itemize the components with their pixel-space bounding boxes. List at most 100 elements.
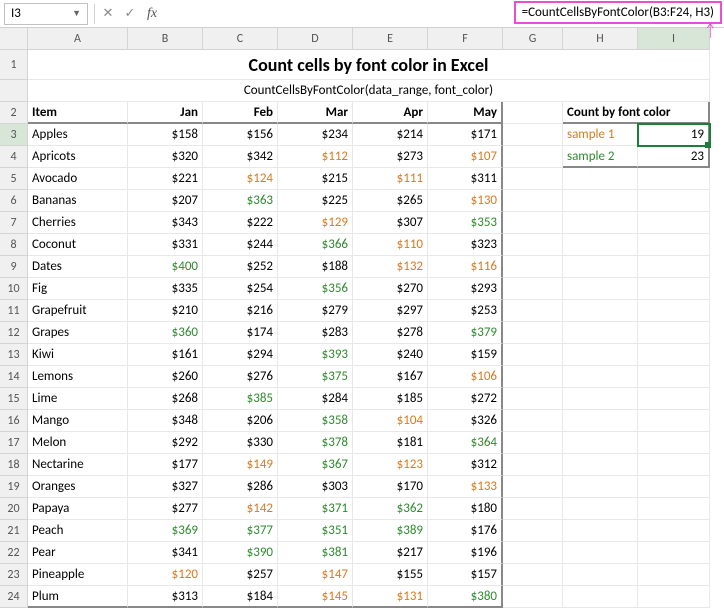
cell-item-7[interactable]: Cherries [28, 212, 128, 234]
cell-H8[interactable] [563, 234, 638, 256]
cell-E22[interactable]: $217 [353, 542, 428, 564]
sample-label-2[interactable]: sample 2 [563, 146, 638, 168]
cell-I5[interactable] [638, 168, 710, 190]
row-header-20[interactable]: 20 [0, 498, 28, 520]
cell-I15[interactable] [638, 388, 710, 410]
cell-G12[interactable] [503, 322, 563, 344]
cell-I21[interactable] [638, 520, 710, 542]
row-header-17[interactable]: 17 [0, 432, 28, 454]
cell-G6[interactable] [503, 190, 563, 212]
cell-B19[interactable]: $327 [128, 476, 203, 498]
cell-G18[interactable] [503, 454, 563, 476]
cell-E5[interactable]: $111 [353, 168, 428, 190]
cell-G15[interactable] [503, 388, 563, 410]
cell-I17[interactable] [638, 432, 710, 454]
cell-H7[interactable] [563, 212, 638, 234]
col-header-C[interactable]: C [203, 28, 278, 50]
cell-H6[interactable] [563, 190, 638, 212]
row-header-13[interactable]: 13 [0, 344, 28, 366]
cell-item-22[interactable]: Pear [28, 542, 128, 564]
cell-D6[interactable]: $225 [278, 190, 353, 212]
fx-icon[interactable]: fx [141, 3, 163, 25]
cell-F23[interactable]: $157 [428, 564, 503, 586]
cell-I9[interactable] [638, 256, 710, 278]
cell-G3[interactable] [503, 124, 563, 146]
cell-B6[interactable]: $207 [128, 190, 203, 212]
cell-D9[interactable]: $188 [278, 256, 353, 278]
cell-H5[interactable] [563, 168, 638, 190]
cell-G16[interactable] [503, 410, 563, 432]
cell-B3[interactable]: $158 [128, 124, 203, 146]
cell-C21[interactable]: $377 [203, 520, 278, 542]
cell-F13[interactable]: $159 [428, 344, 503, 366]
col-header-I[interactable]: I [638, 28, 710, 50]
cell-C23[interactable]: $257 [203, 564, 278, 586]
cell-item-17[interactable]: Melon [28, 432, 128, 454]
cell-H16[interactable] [563, 410, 638, 432]
cell-I12[interactable] [638, 322, 710, 344]
cell-D10[interactable]: $356 [278, 278, 353, 300]
cell-G23[interactable] [503, 564, 563, 586]
cell-G22[interactable] [503, 542, 563, 564]
cell-B4[interactable]: $320 [128, 146, 203, 168]
cell-F15[interactable]: $272 [428, 388, 503, 410]
cell-D8[interactable]: $366 [278, 234, 353, 256]
sample-value-2[interactable]: 23 [638, 146, 710, 168]
row-header-6[interactable]: 6 [0, 190, 28, 212]
cell-item-20[interactable]: Papaya [28, 498, 128, 520]
row-header-18[interactable]: 18 [0, 454, 28, 476]
row-header-10[interactable]: 10 [0, 278, 28, 300]
cell-C19[interactable]: $286 [203, 476, 278, 498]
row-header-15[interactable]: 15 [0, 388, 28, 410]
cell-E9[interactable]: $132 [353, 256, 428, 278]
row-header-11[interactable]: 11 [0, 300, 28, 322]
cell-D19[interactable]: $303 [278, 476, 353, 498]
cell-H9[interactable] [563, 256, 638, 278]
cell-G19[interactable] [503, 476, 563, 498]
cell-C9[interactable]: $252 [203, 256, 278, 278]
row-header-14[interactable]: 14 [0, 366, 28, 388]
cell-C11[interactable]: $216 [203, 300, 278, 322]
spreadsheet-grid[interactable]: ABCDEFGHI1Count cells by font color in E… [0, 28, 724, 608]
row-header-5[interactable]: 5 [0, 168, 28, 190]
cell-B8[interactable]: $331 [128, 234, 203, 256]
cell-E11[interactable]: $297 [353, 300, 428, 322]
cell-G7[interactable] [503, 212, 563, 234]
cell-D3[interactable]: $234 [278, 124, 353, 146]
cell-B9[interactable]: $400 [128, 256, 203, 278]
cell-D16[interactable]: $358 [278, 410, 353, 432]
cell-item-6[interactable]: Bananas [28, 190, 128, 212]
cell-E13[interactable]: $240 [353, 344, 428, 366]
row-header-8[interactable]: 8 [0, 234, 28, 256]
cell-E23[interactable]: $155 [353, 564, 428, 586]
row-header-2[interactable]: 2 [0, 102, 28, 124]
cell-H12[interactable] [563, 322, 638, 344]
cell-D23[interactable]: $147 [278, 564, 353, 586]
cell-B5[interactable]: $221 [128, 168, 203, 190]
cell-C24[interactable]: $184 [203, 586, 278, 608]
cell-C14[interactable]: $276 [203, 366, 278, 388]
cell-C8[interactable]: $244 [203, 234, 278, 256]
cell-D7[interactable]: $129 [278, 212, 353, 234]
cell-D5[interactable]: $215 [278, 168, 353, 190]
row-header-19[interactable]: 19 [0, 476, 28, 498]
cell-F24[interactable]: $380 [428, 586, 503, 608]
cell-C18[interactable]: $149 [203, 454, 278, 476]
cell-C6[interactable]: $363 [203, 190, 278, 212]
cell-D21[interactable]: $351 [278, 520, 353, 542]
cell-I7[interactable] [638, 212, 710, 234]
cell-D22[interactable]: $381 [278, 542, 353, 564]
cell-H18[interactable] [563, 454, 638, 476]
cell-E18[interactable]: $123 [353, 454, 428, 476]
sample-value-1[interactable]: 19 [638, 124, 710, 146]
cell-F20[interactable]: $180 [428, 498, 503, 520]
cell-E15[interactable]: $185 [353, 388, 428, 410]
cell-B20[interactable]: $277 [128, 498, 203, 520]
cell-E7[interactable]: $307 [353, 212, 428, 234]
cell-E3[interactable]: $214 [353, 124, 428, 146]
cell-C20[interactable]: $142 [203, 498, 278, 520]
cell-F12[interactable]: $379 [428, 322, 503, 344]
cell-E19[interactable]: $170 [353, 476, 428, 498]
cell-B13[interactable]: $161 [128, 344, 203, 366]
cell-E10[interactable]: $270 [353, 278, 428, 300]
